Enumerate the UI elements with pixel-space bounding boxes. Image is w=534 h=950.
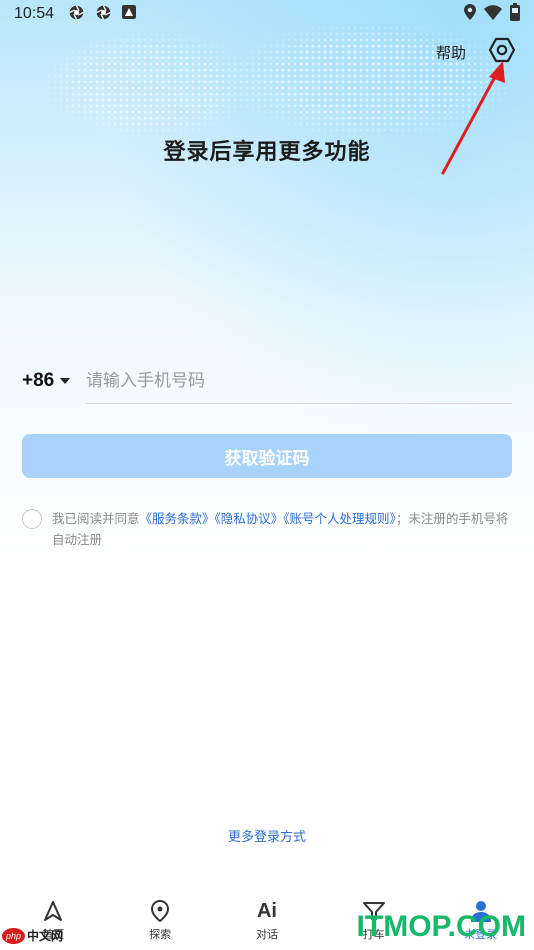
watermark-text: 中文网 bbox=[27, 929, 64, 943]
status-icons-left bbox=[68, 4, 137, 25]
status-icons-right bbox=[464, 3, 520, 25]
more-login-link[interactable]: 更多登录方式 bbox=[0, 826, 534, 845]
get-code-button[interactable]: 获取验证码 bbox=[22, 434, 512, 478]
ai-icon: Ai bbox=[256, 899, 277, 922]
battery-icon bbox=[510, 3, 520, 25]
country-code-label: +86 bbox=[22, 370, 55, 391]
aperture-icon bbox=[95, 4, 112, 25]
itmop-watermark: ITMOP.COM bbox=[356, 910, 526, 943]
personal-info-rules-link[interactable]: 《账号个人处理规则》 bbox=[283, 511, 396, 526]
tab-chat[interactable]: Ai 对话 bbox=[227, 898, 307, 942]
country-code-selector[interactable]: +86 bbox=[22, 370, 86, 392]
agreement-prefix: 我已阅读并同意 bbox=[52, 511, 140, 526]
aperture-icon bbox=[68, 4, 85, 25]
agreement-text: 我已阅读并同意《服务条款》《隐私协议》《账号个人处理规则》；未注册的手机号将自动… bbox=[52, 508, 512, 550]
terms-link[interactable]: 《服务条款》 bbox=[140, 511, 215, 526]
php-logo: php bbox=[2, 927, 26, 944]
phone-input[interactable] bbox=[86, 358, 512, 404]
tab-label: 探索 bbox=[149, 928, 172, 941]
page-headline: 登录后享用更多功能 bbox=[163, 140, 371, 165]
tab-explore[interactable]: 探索 bbox=[120, 898, 200, 942]
status-time: 10:54 bbox=[14, 5, 55, 22]
agreement-row: 我已阅读并同意《服务条款》《隐私协议》《账号个人处理规则》；未注册的手机号将自动… bbox=[22, 508, 512, 550]
php-watermark: php 中文网 bbox=[2, 927, 63, 944]
agree-checkbox[interactable] bbox=[22, 509, 42, 529]
wifi-icon bbox=[484, 4, 502, 24]
tab-label: 对话 bbox=[255, 928, 278, 941]
map-pin-icon bbox=[147, 898, 173, 924]
notification-icon bbox=[122, 5, 137, 23]
status-bar: 10:54 bbox=[0, 0, 534, 28]
privacy-link[interactable]: 《隐私协议》 bbox=[215, 511, 284, 526]
location-icon bbox=[464, 4, 476, 24]
chevron-down-icon bbox=[60, 378, 71, 384]
phone-row: +86 bbox=[22, 358, 512, 404]
navigation-arrow-icon bbox=[40, 898, 66, 924]
